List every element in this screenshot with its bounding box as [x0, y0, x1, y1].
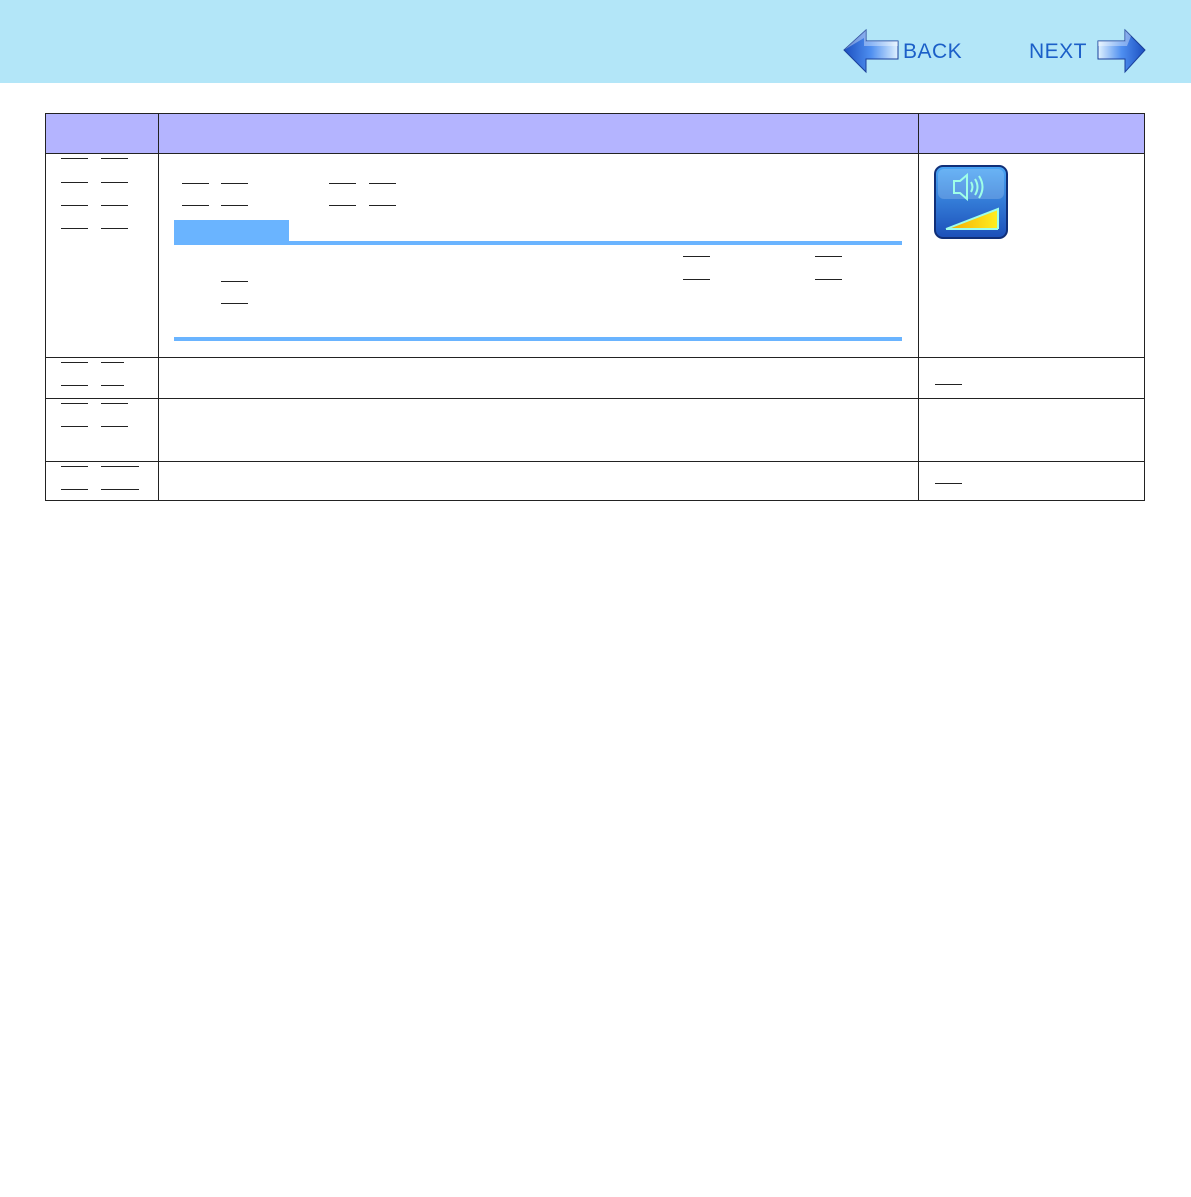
table-header-col-3	[919, 113, 1144, 153]
keycap	[815, 256, 842, 257]
keycap	[101, 228, 128, 229]
note-label-tab	[174, 220, 289, 242]
keycap	[369, 205, 396, 206]
keycap	[935, 483, 962, 484]
table-header-col-2	[159, 113, 918, 153]
keycap	[369, 183, 396, 184]
keycap	[61, 182, 88, 183]
keycap	[221, 205, 248, 206]
keycap	[61, 205, 88, 206]
back-button[interactable]: BACK	[842, 28, 964, 76]
keycap	[221, 303, 248, 304]
keycap	[101, 158, 128, 159]
keycap	[101, 403, 128, 404]
next-arrow-icon	[1097, 28, 1146, 74]
header-bar	[0, 0, 1191, 83]
keycap	[683, 279, 710, 280]
next-button[interactable]: NEXT	[1029, 28, 1147, 76]
note-top-rule	[174, 241, 902, 245]
keycap	[182, 205, 209, 206]
note-bottom-rule	[174, 337, 902, 341]
keycap	[61, 158, 88, 159]
keycap	[101, 489, 139, 490]
keycap	[61, 403, 88, 404]
keycap	[101, 466, 139, 467]
keycap	[815, 279, 842, 280]
keycap	[329, 183, 356, 184]
keycap	[101, 385, 124, 386]
keycap	[101, 362, 124, 363]
keycap	[101, 426, 128, 427]
keycap	[61, 228, 88, 229]
back-arrow-icon	[843, 28, 899, 74]
keycap	[101, 182, 128, 183]
keycap	[221, 281, 248, 282]
keycap	[61, 426, 88, 427]
back-label: BACK	[903, 40, 963, 63]
keycap	[935, 384, 962, 385]
speaker-volume-icon[interactable]	[934, 165, 1008, 239]
keycap	[101, 205, 128, 206]
keycap	[182, 183, 209, 184]
keycap	[329, 205, 356, 206]
keycap	[683, 256, 710, 257]
next-label: NEXT	[1029, 40, 1088, 63]
keycap	[61, 466, 88, 467]
table-header-col-1	[45, 113, 158, 153]
keycap	[61, 489, 88, 490]
keycap	[61, 385, 88, 386]
keycap	[61, 362, 88, 363]
keycap	[221, 183, 248, 184]
